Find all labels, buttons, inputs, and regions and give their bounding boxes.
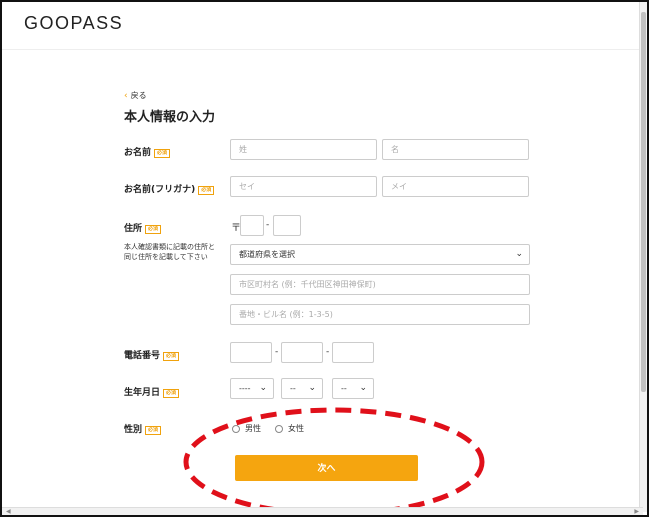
scroll-right-icon[interactable]: ▶	[634, 508, 639, 515]
scroll-left-icon[interactable]: ◀	[6, 508, 11, 515]
horizontal-scrollbar[interactable]: ◀ ▶	[2, 507, 643, 515]
annotation-ellipse-shape	[183, 407, 485, 515]
vertical-scroll-thumb[interactable]	[641, 12, 646, 392]
annotation-ellipse	[183, 407, 485, 515]
vertical-scrollbar[interactable]	[639, 2, 647, 512]
browser-frame: GOOPASS ‹ 戻る 本人情報の入力 お名前 必須 姓 名 お名前(フリガナ) 必…	[0, 0, 649, 517]
